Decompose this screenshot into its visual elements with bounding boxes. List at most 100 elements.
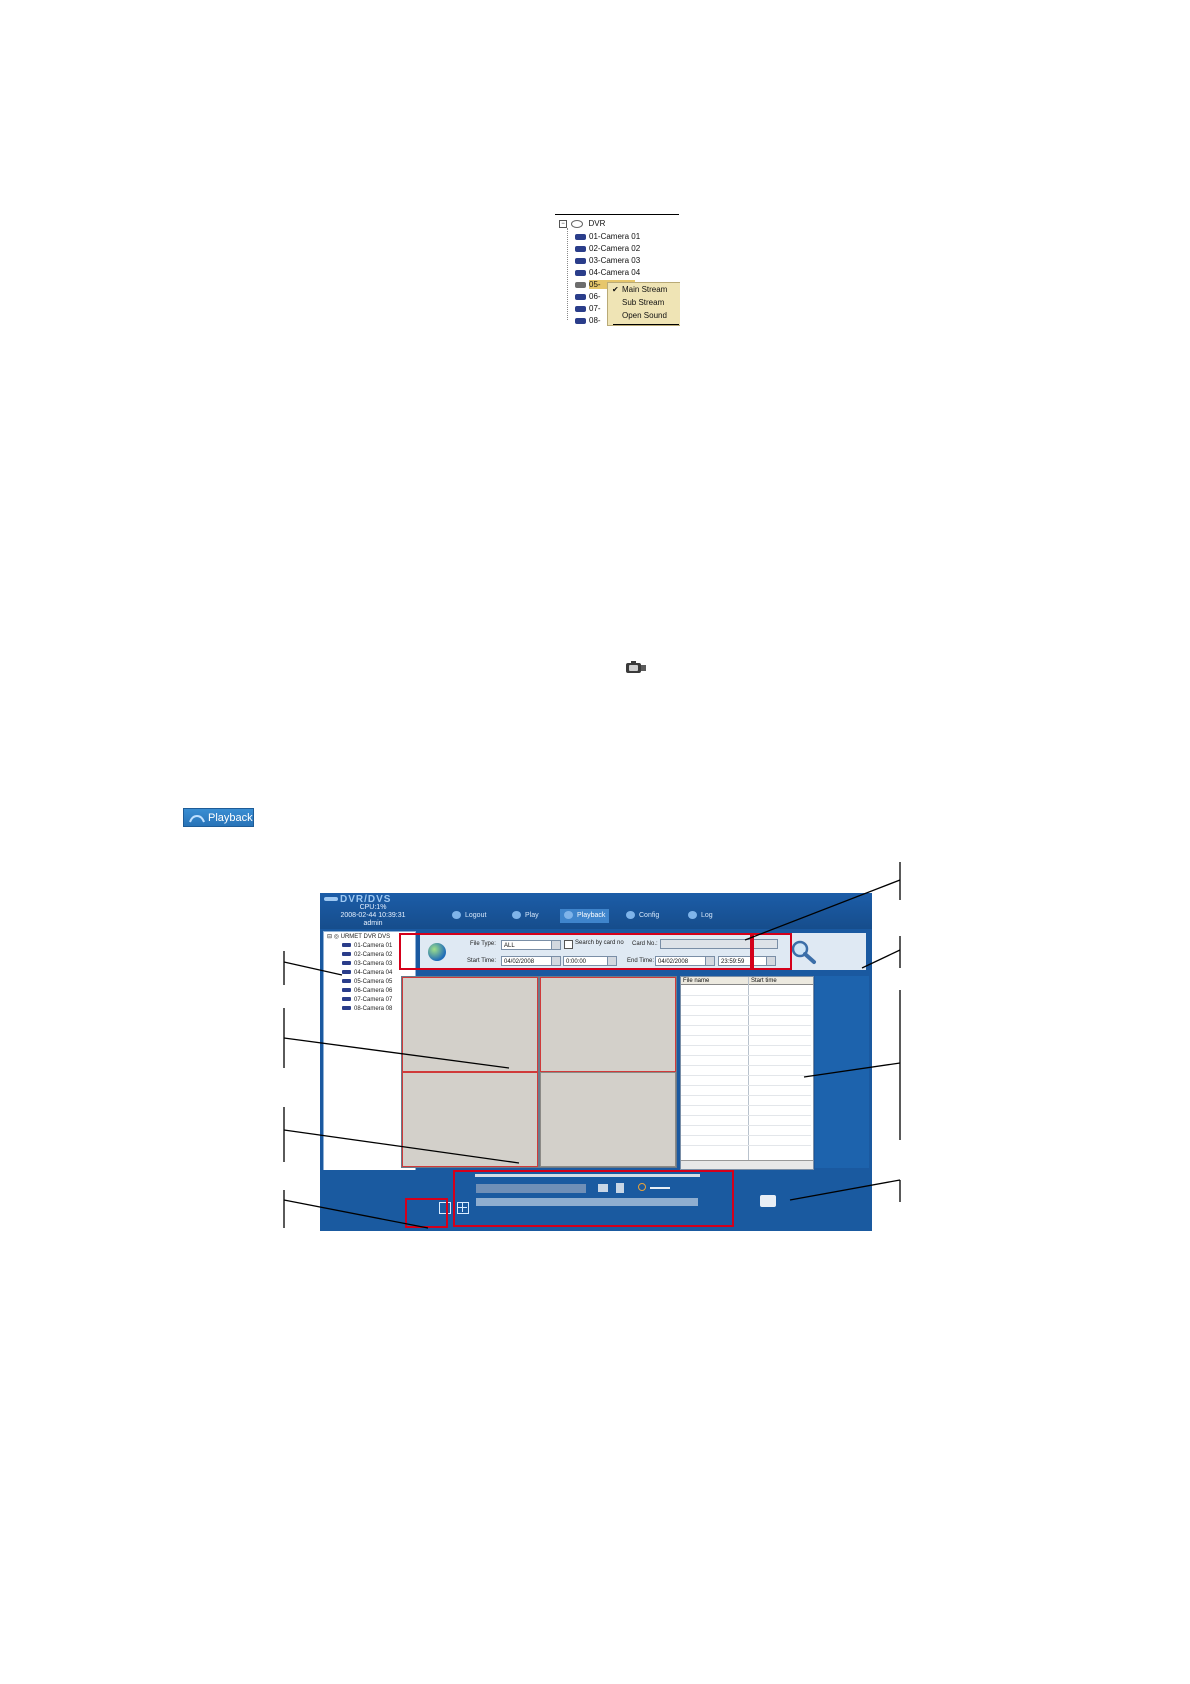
list-row-line [681,1095,811,1096]
playback-button[interactable]: Playback [183,808,254,827]
camera-label: 05- [589,280,601,289]
highlight-search-conditions [399,933,752,970]
side-panel [815,976,869,1168]
tab-play[interactable]: Play [512,909,539,923]
client-window: DVR/DVS CPU:1% 2008-02-44 10:39:31 admin… [320,893,872,1231]
log-icon [688,911,697,920]
user-name: admin [363,920,383,927]
camera-label: 06- [589,292,601,301]
menu-item-label: Open Sound [622,311,667,320]
tree-item-camera[interactable]: 03-Camera 03 [342,960,392,969]
highlight-layout-buttons [405,1198,448,1228]
video-window-2[interactable] [540,977,676,1072]
playback-icon [564,911,573,920]
tab-label: Play [525,912,539,919]
tree-item-camera[interactable]: 05-Camera 05 [342,978,392,987]
highlight-search-button [752,933,792,970]
tree-item-camera[interactable]: 06- [575,291,601,302]
camera-icon [575,281,586,288]
menu-item-label: Sub Stream [622,298,665,307]
window-header: DVR/DVS CPU:1% 2008-02-44 10:39:31 admin… [320,893,872,929]
camera-label: 03-Camera 03 [354,961,393,967]
cpu-usage: CPU:1% [359,904,387,911]
divider [613,324,679,325]
tree-item-camera[interactable]: 03-Camera 03 [575,255,640,266]
list-row-line [681,1045,811,1046]
list-row-line [681,1015,811,1016]
camera-label: 03-Camera 03 [589,256,641,265]
tree-item-camera[interactable]: 07-Camera 07 [342,996,392,1005]
tree-root-label: URMET DVR DVS [340,934,391,940]
tab-playback[interactable]: Playback [560,909,610,923]
camera-label: 07-Camera 07 [354,997,393,1003]
list-row-line [681,1025,811,1026]
column-header-file-name[interactable]: File name [681,977,749,985]
list-row-line [681,1005,811,1006]
check-icon: ✔ [612,285,619,294]
tree-item-camera[interactable]: 06-Camera 06 [342,987,392,996]
camera-tree-context-menu-figure: − DVR 01-Camera 01 02-Camera 02 03-Camer… [555,214,680,326]
tree-item-camera[interactable]: 04-Camera 04 [575,267,640,278]
camera-icon [342,979,351,984]
list-row-line [681,1085,811,1086]
highlight-playback-controls [453,1170,734,1227]
collapse-icon[interactable]: − [559,219,567,228]
play-icon [512,911,521,920]
logout-icon [452,911,461,920]
tab-logout[interactable]: Logout [452,909,486,923]
list-row-line [681,1065,811,1066]
collapse-icon[interactable]: ⊟ [327,934,334,940]
tab-label: Config [639,912,660,919]
list-row-line [681,1125,811,1126]
tree-item-camera[interactable]: 08- [575,315,601,326]
video-window-1[interactable] [402,977,538,1072]
tree-root-label: DVR [588,219,606,228]
list-row-line [681,1105,811,1106]
tree-item-camera[interactable]: 02-Camera 02 [342,951,392,960]
tree-root-dvr[interactable]: − DVR [559,218,605,229]
tree-item-camera[interactable]: 04-Camera 04 [342,969,392,978]
playback-button-label: Playback [208,812,253,824]
tab-config[interactable]: Config [626,909,659,923]
camera-icon [342,970,351,975]
camera-label: 06-Camera 06 [354,988,393,994]
menu-item-main-stream[interactable]: ✔ Main Stream [608,283,680,296]
tree-item-camera[interactable]: 01-Camera 01 [575,231,640,242]
list-row-line [681,1145,811,1146]
camera-label: 02-Camera 02 [589,244,641,253]
menu-item-sub-stream[interactable]: Sub Stream [608,296,680,309]
camera-label: 05-Camera 05 [354,979,393,985]
column-header-start-time[interactable]: Start time [749,977,813,985]
camera-label: 04-Camera 04 [589,268,641,277]
tree-root[interactable]: ⊟ ◎ URMET DVR DVS [327,933,390,942]
status-info: CPU:1% 2008-02-44 10:39:31 admin [328,904,418,928]
camera-icon [342,997,351,1002]
camera-icon [342,952,351,957]
list-row-line [681,1055,811,1056]
tree-item-camera[interactable]: 08-Camera 08 [342,1005,392,1014]
tree-item-camera[interactable]: 02-Camera 02 [575,243,640,254]
list-row-line [681,1115,811,1116]
tree-item-camera[interactable]: 01-Camera 01 [342,942,392,951]
camera-icon [626,661,646,673]
menu-item-open-sound[interactable]: Open Sound [608,309,680,322]
file-list: File name Start time [680,976,814,1170]
divider [555,214,679,215]
video-grid [401,976,677,1168]
tree-connector [567,228,569,320]
horizontal-scrollbar[interactable] [681,1160,813,1169]
video-window-3[interactable] [402,1072,538,1167]
tab-label: Playback [577,912,606,919]
tab-label: Logout [465,912,487,919]
datetime: 2008-02-44 10:39:31 [340,912,406,919]
list-row-line [681,1035,811,1036]
dvr-icon: ◎ [333,934,341,940]
camera-label: 08- [589,316,601,325]
download-icon[interactable] [760,1195,776,1207]
camera-icon [575,245,586,252]
camera-icon [575,293,586,300]
tab-log[interactable]: Log [688,909,713,923]
video-window-4[interactable] [540,1072,676,1167]
camera-icon [342,961,351,966]
tree-item-camera[interactable]: 07- [575,303,601,314]
